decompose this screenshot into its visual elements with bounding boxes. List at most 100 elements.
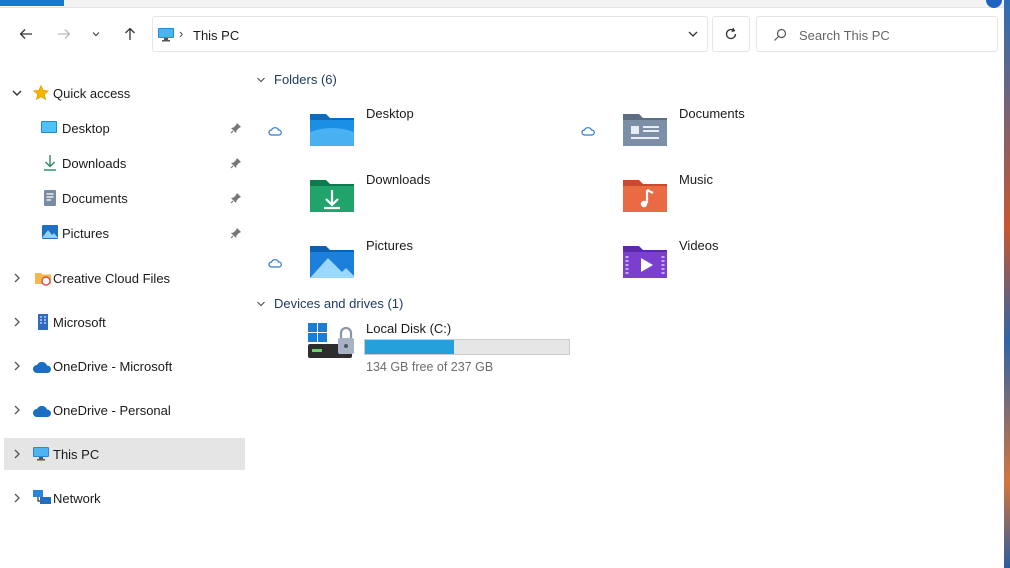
sidebar-item-microsoft[interactable]: Microsoft: [4, 306, 245, 338]
desktop-folder-icon: [41, 121, 57, 133]
refresh-button[interactable]: [712, 16, 750, 52]
sidebar-item-label: Creative Cloud Files: [53, 270, 171, 286]
sidebar-item-label: Quick access: [53, 85, 131, 101]
chevron-right-icon[interactable]: [12, 448, 22, 460]
sidebar-item-downloads[interactable]: Downloads: [4, 147, 245, 179]
pictures-folder-icon: [310, 246, 354, 278]
chevron-down-icon: [92, 32, 100, 37]
breadcrumb-this-pc[interactable]: This PC: [193, 28, 239, 43]
folder-label: Downloads: [366, 172, 431, 187]
monitor-icon: [33, 447, 49, 461]
folder-tile-documents[interactable]: Documents: [563, 106, 863, 164]
sidebar-item-creative-cloud-files[interactable]: Creative Cloud Files: [4, 262, 245, 294]
pin-icon[interactable]: [230, 122, 242, 134]
address-row: › This PC: [0, 14, 1004, 56]
drive-tile-local-disk-c[interactable]: Local Disk (C:) 134 GB free of 237 GB: [306, 318, 636, 378]
sidebar-item-label: Pictures: [62, 225, 109, 241]
documents-folder-icon: [623, 114, 667, 146]
sidebar-item-onedrive-microsoft[interactable]: OneDrive - Microsoft: [4, 350, 245, 382]
folders-group-header[interactable]: Folders (6): [256, 72, 337, 87]
building-icon: [38, 314, 48, 330]
drive-usage-bar: [364, 339, 570, 355]
group-title: Folders (6): [274, 72, 337, 87]
sidebar-item-label: OneDrive - Personal: [53, 402, 171, 418]
breadcrumb-separator[interactable]: ›: [179, 26, 183, 41]
up-arrow-icon: [125, 27, 135, 40]
content-pane: Folders (6) Desktop Documents Downloads …: [250, 64, 1000, 568]
chevron-right-icon[interactable]: [12, 404, 22, 416]
music-folder-icon: [623, 180, 667, 212]
downloads-folder-icon: [310, 180, 354, 212]
up-button[interactable]: [118, 22, 142, 46]
sidebar-item-network[interactable]: Network: [4, 482, 245, 514]
chevron-down-icon: [257, 301, 265, 306]
chevron-right-icon[interactable]: [12, 316, 22, 328]
navigation-pane: Quick access Desktop Downloads Documents…: [0, 72, 246, 568]
cloud-status-icon: [268, 259, 282, 268]
group-title: Devices and drives (1): [274, 296, 404, 311]
star-icon: [32, 84, 50, 101]
desktop-folder-icon: [310, 114, 354, 146]
sidebar-item-this-pc[interactable]: This PC: [4, 438, 245, 470]
search-icon: [774, 28, 787, 41]
folder-tile-videos[interactable]: Videos: [563, 238, 863, 296]
devices-group-header[interactable]: Devices and drives (1): [256, 296, 403, 311]
folder-label: Documents: [679, 106, 745, 121]
folder-label: Music: [679, 172, 713, 187]
sidebar-item-desktop[interactable]: Desktop: [4, 112, 245, 144]
desktop-background-edge: [1004, 0, 1010, 568]
chevron-right-icon[interactable]: [12, 272, 22, 284]
forward-button[interactable]: [52, 22, 76, 46]
folder-label: Pictures: [366, 238, 413, 253]
sidebar-item-label: Downloads: [62, 155, 127, 171]
sidebar-item-label: Documents: [62, 190, 128, 206]
pin-icon[interactable]: [230, 227, 242, 239]
sidebar-item-quick-access[interactable]: Quick access: [4, 77, 245, 109]
cloud-status-icon: [581, 127, 595, 136]
sidebar-item-label: Desktop: [62, 120, 110, 136]
chevron-down-icon: [257, 77, 265, 82]
sidebar-item-pictures[interactable]: Pictures: [4, 217, 245, 249]
address-bar[interactable]: › This PC: [152, 16, 708, 52]
ribbon-strip: [0, 0, 1004, 8]
chevron-down-icon[interactable]: [11, 88, 23, 98]
cloud-status-icon: [268, 127, 282, 136]
picture-icon: [42, 225, 58, 239]
creative-cloud-icon: [35, 273, 51, 286]
download-arrow-icon: [44, 155, 56, 171]
drive-label: Local Disk (C:): [366, 321, 452, 336]
file-tab[interactable]: [0, 0, 64, 6]
document-icon: [44, 190, 56, 206]
forward-arrow-icon: [58, 29, 71, 39]
sidebar-item-label: Microsoft: [53, 314, 106, 330]
back-button[interactable]: [14, 22, 38, 46]
recent-locations-button[interactable]: [84, 22, 108, 46]
refresh-icon: [725, 27, 737, 40]
local-disk-icon: [308, 323, 354, 358]
sidebar-item-documents[interactable]: Documents: [4, 182, 245, 214]
folder-tile-desktop[interactable]: Desktop: [250, 106, 550, 164]
folder-label: Videos: [679, 238, 719, 253]
sidebar-item-label: This PC: [53, 446, 100, 462]
drive-free-space: 134 GB free of 237 GB: [366, 360, 494, 374]
pin-icon[interactable]: [230, 157, 242, 169]
monitor-icon: [158, 28, 174, 42]
chevron-right-icon[interactable]: [12, 360, 22, 372]
drive-usage-fill: [365, 340, 454, 354]
sidebar-item-label: OneDrive - Microsoft: [53, 358, 173, 374]
search-box[interactable]: [756, 16, 998, 52]
sidebar-item-label: Network: [53, 490, 101, 506]
search-input[interactable]: [799, 25, 989, 45]
folder-tile-pictures[interactable]: Pictures: [250, 238, 550, 296]
back-arrow-icon: [19, 29, 32, 39]
network-icon: [33, 490, 51, 504]
pin-icon[interactable]: [230, 192, 242, 204]
onedrive-cloud-icon: [33, 362, 51, 373]
onedrive-cloud-icon: [33, 406, 51, 417]
folder-tile-music[interactable]: Music: [563, 172, 863, 230]
chevron-down-icon[interactable]: [687, 29, 699, 39]
folder-label: Desktop: [366, 106, 414, 121]
sidebar-item-onedrive-personal[interactable]: OneDrive - Personal: [4, 394, 245, 426]
folder-tile-downloads[interactable]: Downloads: [250, 172, 550, 230]
chevron-right-icon[interactable]: [12, 492, 22, 504]
